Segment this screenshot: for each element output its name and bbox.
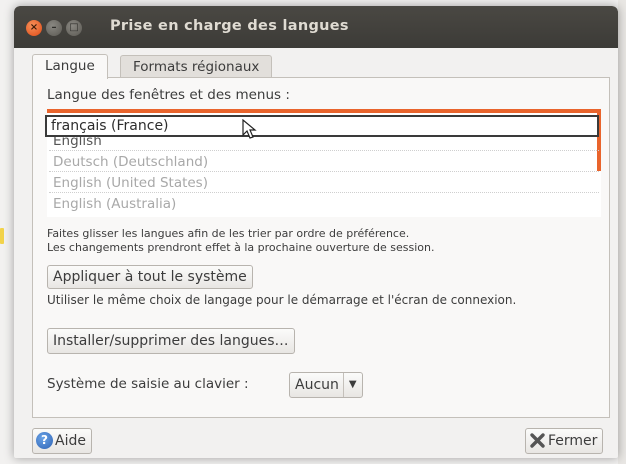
language-tab-panel: Langue des fenêtres et des menus : Engli… xyxy=(32,77,610,418)
background-desktop xyxy=(618,0,626,464)
language-support-window: × – □ Prise en charge des langues Langue… xyxy=(14,6,618,458)
drag-hint-line-2: Les changements prendront effet à la pro… xyxy=(47,241,435,254)
keyboard-input-combo[interactable]: Aucun ▼ xyxy=(289,372,363,398)
keyboard-input-label: Système de saisie au clavier : xyxy=(47,376,249,392)
apply-system-wide-button[interactable]: Appliquer à tout le système xyxy=(47,265,253,289)
close-button[interactable]: Fermer xyxy=(525,428,604,454)
close-icon xyxy=(530,432,545,448)
help-button[interactable]: ? Aide xyxy=(32,428,92,454)
help-icon: ? xyxy=(36,431,53,449)
tab-formats-regionaux[interactable]: Formats régionaux xyxy=(120,55,273,79)
list-item[interactable]: Deutsch (Deutschland) xyxy=(49,152,599,172)
list-item[interactable]: English (Australia) xyxy=(49,194,599,214)
maximize-window-button[interactable]: □ xyxy=(66,20,82,36)
apply-description: Utiliser le même choix de langage pour l… xyxy=(47,293,517,307)
close-window-button[interactable]: × xyxy=(26,20,42,36)
tab-langue[interactable]: Langue xyxy=(32,54,108,79)
list-item[interactable]: English (United States) xyxy=(49,173,599,193)
window-title: Prise en charge des langues xyxy=(110,18,349,34)
minimize-window-button[interactable]: – xyxy=(46,20,62,36)
list-selection-highlight xyxy=(47,109,601,113)
background-desktop-fragment xyxy=(0,228,4,244)
install-remove-languages-button[interactable]: Installer/supprimer des langues… xyxy=(47,328,295,354)
keyboard-input-value: Aucun xyxy=(295,377,339,393)
dragged-language-item[interactable]: français (France) xyxy=(45,115,599,137)
drag-hint-line-1: Faites glisser les langues afin de les t… xyxy=(47,227,410,240)
help-label: Aide xyxy=(55,433,86,449)
close-label: Fermer xyxy=(548,433,598,449)
menu-language-label: Langue des fenêtres et des menus : xyxy=(47,87,290,103)
mouse-pointer-icon xyxy=(242,119,257,139)
titlebar: × – □ Prise en charge des langues xyxy=(14,6,618,48)
chevron-down-icon: ▼ xyxy=(342,373,357,397)
